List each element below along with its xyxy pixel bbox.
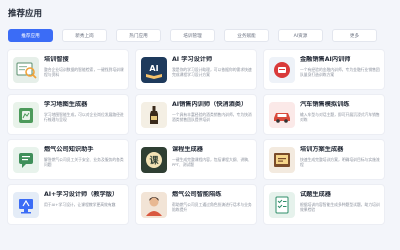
- tab-business-enablement[interactable]: 业务赋能: [224, 29, 269, 42]
- app-card-desc: 一键生成完整课程内容，包括课程大纲、讲稿、PPT、测试题: [172, 157, 252, 168]
- app-card[interactable]: 培训方案生成器 快速生成完整培训方案，明确培训目标与实施流程: [263, 139, 385, 180]
- section-title: 推荐应用: [8, 9, 43, 19]
- quiz-sheet-icon: [269, 192, 295, 218]
- app-card-body: 汽车销售模拟训练 输入车型与对话主题，即可开展沉浸式汽车销售对练: [300, 100, 380, 123]
- app-card-desc: 一个具有丰富经验的酒类销售内训师，专为快消酒类销售团队提供培训: [172, 112, 252, 123]
- app-card-body: 燃气公司知识助手 解答燃气公司员工关于安全、业务及服务的各类问题: [44, 145, 124, 168]
- app-card-body: 金融销售AI内训师 一个有经验的金融内训师，专为金融行业销售团队量身打造训练方案: [300, 55, 380, 78]
- svg-text:AI: AI: [149, 64, 158, 73]
- app-card-body: 培训方案生成器 快速生成完整培训方案，明确培训目标与实施流程: [300, 145, 380, 168]
- app-card[interactable]: 试题生成器 根据培训内容智能生成多种题型试题，助力培训效果检验: [263, 184, 385, 225]
- app-card-body: 试题生成器 根据培训内容智能生成多种题型试题，助力培训效果检验: [300, 190, 380, 213]
- app-card-desc: 快速生成完整培训方案，明确培训目标与实施流程: [300, 157, 380, 168]
- app-card[interactable]: AI销售内训师（快消酒类） 一个具有丰富经验的酒类销售内训师，专为快消酒类销售团…: [135, 94, 257, 135]
- app-card[interactable]: 燃气公司知识助手 解答燃气公司员工关于安全、业务及服务的各类问题: [7, 139, 129, 180]
- app-card-title: 培训智搜: [44, 56, 69, 63]
- wine-bottle-icon: [141, 102, 167, 128]
- chat-doc-icon: [13, 147, 39, 173]
- tab-newcomer[interactable]: 新秀上岗: [62, 29, 107, 42]
- app-card-body: AI销售内训师（快消酒类） 一个具有丰富经验的酒类销售内训师，专为快消酒类销售团…: [172, 100, 252, 123]
- app-card-desc: 帮助燃气公司员工通过角色扮演进行话术与业务陪练提升: [172, 202, 252, 213]
- recommended-apps-page: 推荐应用 推荐应用 新秀上岗 热门应用 培训管理 业务赋能 AI资源 更多 培训…: [0, 0, 400, 250]
- app-card-desc: 我是你的学习设计助理，可以依据你的需求快速完成课程学习设计方案: [172, 67, 252, 78]
- app-card-grid: 培训智搜 整合企业培训数据的智能检索，一键找到培训课程与资料 AI AI 学习设…: [7, 49, 393, 225]
- tab-popular[interactable]: 热门应用: [116, 29, 161, 42]
- app-card-title: AI销售内训师（快消酒类）: [172, 101, 248, 108]
- tab-ai-resources[interactable]: AI资源: [278, 29, 323, 42]
- svg-text:课: 课: [149, 155, 159, 167]
- ai-plus-icon: [13, 192, 39, 218]
- app-card[interactable]: 培训智搜 整合企业培训数据的智能检索，一键找到培训课程与资料: [7, 49, 129, 90]
- app-card-desc: 学习地图智能生成，可以对企业岗位发展路径进行梳理与呈现: [44, 112, 124, 123]
- app-card-desc: 一个有经验的金融内训师，专为金融行业销售团队量身打造训练方案: [300, 67, 380, 78]
- ai-book-icon: AI: [141, 57, 167, 83]
- app-card-body: AI+学习设计师（教学版） 用于AI+学习设计，让课程教学更高效有趣: [44, 190, 124, 207]
- app-card-body: AI 学习设计师 我是你的学习设计助理，可以依据你的需求快速完成课程学习设计方案: [172, 55, 252, 78]
- plan-board-icon: [269, 147, 295, 173]
- app-card-desc: 根据培训内容智能生成多种题型试题，助力培训效果检验: [300, 202, 380, 213]
- app-card-desc: 整合企业培训数据的智能检索，一键找到培训课程与资料: [44, 67, 124, 78]
- app-card-title: 燃气公司知识助手: [44, 146, 94, 153]
- app-card-body: 燃气公司智能陪练 帮助燃气公司员工通过角色扮演进行话术与业务陪练提升: [172, 190, 252, 213]
- app-card[interactable]: 汽车销售模拟训练 输入车型与对话主题，即可开展沉浸式汽车销售对练: [263, 94, 385, 135]
- app-card[interactable]: 燃气公司智能陪练 帮助燃气公司员工通过角色扮演进行话术与业务陪练提升: [135, 184, 257, 225]
- app-card-title: 试题生成器: [300, 191, 331, 198]
- app-card[interactable]: AI+学习设计师（教学版） 用于AI+学习设计，让课程教学更高效有趣: [7, 184, 129, 225]
- app-card-title: 培训方案生成器: [300, 146, 344, 153]
- app-card[interactable]: 课 课程生成器 一键生成完整课程内容，包括课程大纲、讲稿、PPT、测试题: [135, 139, 257, 180]
- tab-training-management[interactable]: 培训管理: [170, 29, 215, 42]
- car-icon: [269, 102, 295, 128]
- app-card-desc: 解答燃气公司员工关于安全、业务及服务的各类问题: [44, 157, 124, 168]
- tab-more[interactable]: 更多: [332, 29, 377, 42]
- trainer-avatar-icon: [141, 192, 167, 218]
- category-tabs: 推荐应用 新秀上岗 热门应用 培训管理 业务赋能 AI资源 更多: [8, 29, 393, 42]
- app-card-title: 课程生成器: [172, 146, 203, 153]
- finance-cards-icon: [269, 57, 295, 83]
- app-card-title: 汽车销售模拟训练: [300, 101, 350, 108]
- app-card-body: 课程生成器 一键生成完整课程内容，包括课程大纲、讲稿、PPT、测试题: [172, 145, 252, 168]
- map-figure-icon: [13, 102, 39, 128]
- course-ke-icon: 课: [141, 147, 167, 173]
- app-card-body: 培训智搜 整合企业培训数据的智能检索，一键找到培训课程与资料: [44, 55, 124, 78]
- app-card-title: 学习地图生成器: [44, 101, 88, 108]
- app-card[interactable]: 学习地图生成器 学习地图智能生成，可以对企业岗位发展路径进行梳理与呈现: [7, 94, 129, 135]
- app-card-body: 学习地图生成器 学习地图智能生成，可以对企业岗位发展路径进行梳理与呈现: [44, 100, 124, 123]
- tab-recommended[interactable]: 推荐应用: [8, 29, 53, 42]
- app-card[interactable]: AI AI 学习设计师 我是你的学习设计助理，可以依据你的需求快速完成课程学习设…: [135, 49, 257, 90]
- app-card[interactable]: 金融销售AI内训师 一个有经验的金融内训师，专为金融行业销售团队量身打造训练方案: [263, 49, 385, 90]
- magnifier-board-icon: [13, 57, 39, 83]
- app-card-title: 金融销售AI内训师: [300, 56, 351, 63]
- app-card-title: AI+学习设计师（教学版）: [44, 191, 119, 198]
- app-card-title: AI 学习设计师: [172, 56, 213, 63]
- app-card-desc: 输入车型与对话主题，即可开展沉浸式汽车销售对练: [300, 112, 380, 123]
- app-card-desc: 用于AI+学习设计，让课程教学更高效有趣: [44, 202, 116, 207]
- app-card-title: 燃气公司智能陪练: [172, 191, 222, 198]
